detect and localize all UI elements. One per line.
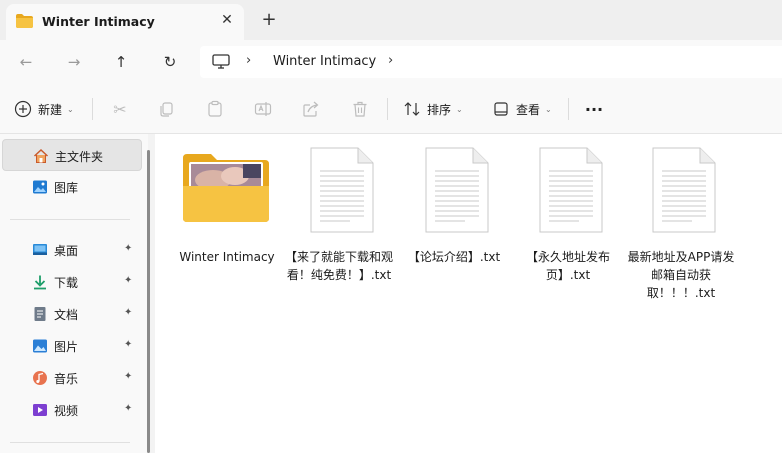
more-icon: ··· [584, 99, 604, 119]
sidebar-item-label: 图片 [54, 340, 79, 354]
text-file-icon [652, 147, 716, 233]
sidebar-item-gallery[interactable]: 图库 [2, 171, 142, 203]
divider [92, 98, 93, 120]
sidebar-item-downloads[interactable]: 下载 ✦ [2, 266, 142, 298]
clipboard-icon [208, 100, 222, 117]
new-button-label: 新建 [38, 102, 63, 117]
divider [10, 442, 130, 443]
home-icon [33, 148, 49, 163]
cut-button[interactable]: ✂ [110, 99, 130, 119]
delete-button[interactable] [351, 99, 369, 119]
share-button[interactable] [302, 99, 320, 119]
forward-arrow-icon[interactable]: → [63, 52, 85, 72]
video-icon [33, 404, 47, 416]
rename-button[interactable] [254, 99, 272, 119]
file-list: Winter Intimacy 【来了就能下载和观看！纯免费！】.txt 【论坛… [155, 134, 782, 453]
command-bar: 新建 ⌄ ✂ 排序 ⌄ 查看 ⌄ ··· [0, 84, 782, 134]
file-name: 【来了就能下载和观看！纯免费！】.txt [284, 250, 393, 282]
file-item-text[interactable]: 【论坛介绍】.txt [398, 144, 510, 294]
chevron-down-icon: ⌄ [456, 104, 463, 114]
refresh-icon[interactable]: ↻ [159, 52, 181, 72]
file-item-folder[interactable]: Winter Intimacy [171, 144, 283, 294]
sidebar-item-label: 图库 [54, 181, 79, 195]
sidebar-scrollbar[interactable] [147, 150, 150, 453]
file-item-text[interactable]: 【永久地址发布页】.txt [512, 144, 624, 294]
computer-icon [212, 54, 230, 69]
sidebar-item-label: 视频 [54, 404, 79, 418]
navigation-bar: ← → ↑ ↻ › Winter Intimacy › [0, 40, 782, 84]
sidebar-item-label: 下载 [54, 276, 79, 290]
gallery-icon [33, 180, 47, 194]
sidebar-item-label: 音乐 [54, 372, 79, 386]
scissors-icon: ✂ [113, 99, 127, 119]
sidebar-item-label: 主文件夹 [55, 150, 104, 164]
sidebar-item-label: 桌面 [54, 244, 79, 258]
plus-circle-icon [14, 100, 32, 118]
folder-icon [16, 14, 33, 28]
text-file-icon [539, 147, 603, 233]
pin-icon[interactable]: ✦ [124, 275, 132, 286]
sidebar-item-music[interactable]: 音乐 ✦ [2, 362, 142, 394]
file-item-text[interactable]: 【来了就能下载和观看！纯免费！】.txt [283, 144, 395, 294]
sidebar-item-documents[interactable]: 文档 ✦ [2, 298, 142, 330]
pictures-icon [33, 339, 47, 353]
divider [568, 98, 569, 120]
file-name: Winter Intimacy [179, 250, 275, 264]
music-icon [33, 371, 47, 385]
new-tab-icon[interactable]: + [260, 11, 278, 29]
copy-button[interactable] [158, 99, 176, 119]
sidebar-item-desktop[interactable]: 桌面 ✦ [2, 234, 142, 266]
pin-icon[interactable]: ✦ [124, 339, 132, 350]
address-bar[interactable]: › Winter Intimacy › [200, 46, 782, 78]
share-icon [303, 101, 319, 117]
tab-winter-intimacy[interactable]: Winter Intimacy ✕ [6, 4, 244, 40]
sidebar-item-pictures[interactable]: 图片 ✦ [2, 330, 142, 362]
folder-icon [183, 154, 269, 222]
document-icon [34, 307, 46, 321]
file-name: 最新地址及APP请发邮箱自动获取！！！.txt [627, 250, 735, 300]
copy-icon [160, 102, 173, 117]
sidebar-item-videos[interactable]: 视频 ✦ [2, 394, 142, 426]
breadcrumb-winter-intimacy[interactable]: Winter Intimacy [273, 54, 376, 69]
pin-icon[interactable]: ✦ [124, 371, 132, 382]
more-options-button[interactable]: ··· [584, 99, 604, 119]
new-button[interactable]: 新建 ⌄ [14, 99, 74, 119]
close-tab-icon[interactable]: ✕ [218, 11, 236, 29]
sidebar-item-label: 文档 [54, 308, 79, 322]
file-name: 【永久地址发布页】.txt [525, 250, 610, 282]
desktop-icon [33, 244, 47, 255]
breadcrumb-separator-icon[interactable]: › [388, 53, 393, 68]
rename-icon [254, 102, 272, 116]
view-icon [494, 102, 508, 116]
chevron-down-icon: ⌄ [545, 104, 552, 114]
breadcrumb-separator-icon[interactable]: › [246, 53, 251, 68]
back-arrow-icon[interactable]: ← [15, 52, 37, 72]
trash-icon [353, 101, 367, 117]
up-arrow-icon[interactable]: ↑ [110, 52, 132, 72]
navigation-pane: 主文件夹 图库 桌面 ✦ 下载 ✦ 文档 ✦ 图片 ✦ 音乐 ✦ 视频 ✦ [0, 134, 148, 453]
pin-icon[interactable]: ✦ [124, 243, 132, 254]
file-item-text[interactable]: 最新地址及APP请发邮箱自动获取！！！.txt [625, 144, 737, 300]
pin-icon[interactable]: ✦ [124, 307, 132, 318]
view-button-label: 查看 [516, 102, 541, 117]
tab-bar: Winter Intimacy ✕ + [0, 0, 782, 40]
download-icon [34, 275, 46, 290]
view-button[interactable]: 查看 ⌄ [492, 99, 552, 119]
text-file-icon [310, 147, 374, 233]
text-file-icon [425, 147, 489, 233]
sidebar-item-home[interactable]: 主文件夹 [2, 139, 142, 171]
file-name: 【论坛介绍】.txt [407, 250, 501, 264]
chevron-down-icon: ⌄ [67, 104, 74, 114]
sort-icon [404, 102, 420, 116]
sort-button[interactable]: 排序 ⌄ [403, 99, 463, 119]
sort-button-label: 排序 [427, 102, 452, 117]
paste-button[interactable] [206, 99, 224, 119]
tab-title: Winter Intimacy [42, 14, 155, 29]
divider [387, 98, 388, 120]
divider [10, 219, 130, 220]
pin-icon[interactable]: ✦ [124, 403, 132, 414]
